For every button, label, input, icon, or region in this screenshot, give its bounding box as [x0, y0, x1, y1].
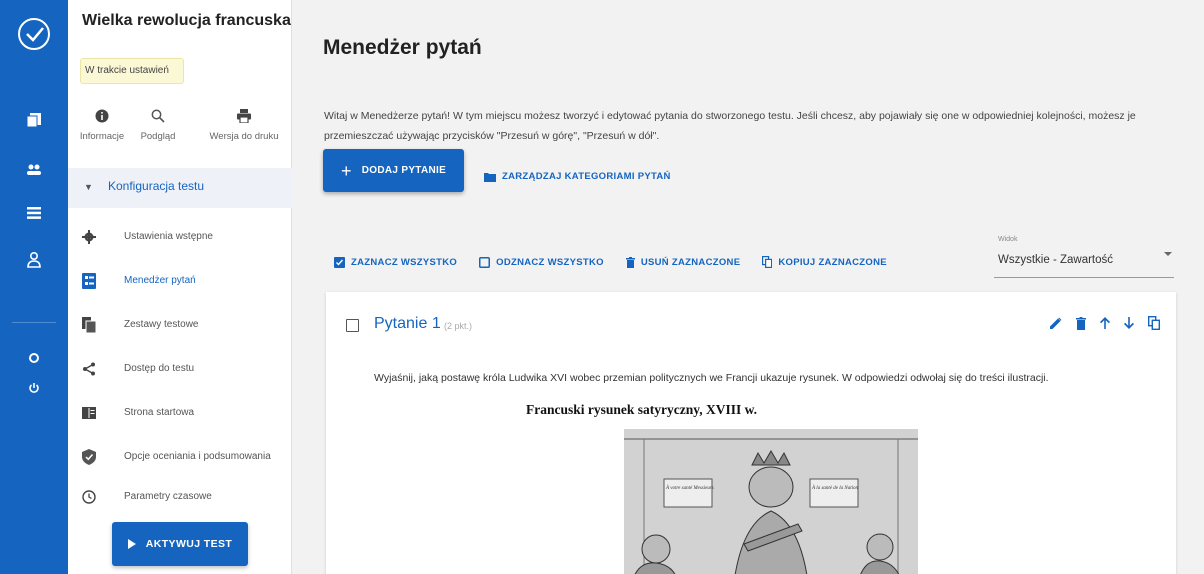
settings-icon[interactable] [24, 348, 44, 368]
test-title: Wielka rewolucja francuska [82, 12, 291, 29]
preview-label: Podgląd [140, 131, 176, 142]
arrow-down-icon[interactable] [1124, 317, 1134, 329]
sidebar-item-label: Dostęp do testu [124, 363, 195, 374]
arrow-up-icon[interactable] [1100, 317, 1110, 329]
nav-rail [0, 0, 68, 574]
copy-selected-button[interactable]: KOPIUJ ZAZNACZONE [762, 256, 887, 268]
shield-icon [80, 448, 98, 466]
activate-test-button[interactable]: AKTYWUJ TEST [112, 522, 248, 566]
selection-toolbar: ZAZNACZ WSZYSTKO ODZNACZ WSZYSTKO USUŃ Z… [334, 256, 909, 268]
question-text: Wyjaśnij, jaką postawę króla Ludwika XVI… [374, 372, 1049, 384]
checkbox-checked-icon [334, 256, 345, 268]
search-icon [128, 106, 188, 126]
preview-button[interactable]: Podgląd [128, 106, 188, 142]
figure-caption-left: À votre santé Messieurs [665, 485, 714, 491]
config-section-label: Konfiguracja testu [108, 179, 205, 193]
copy-icon [762, 256, 773, 268]
play-icon [127, 539, 136, 549]
satirical-illustration: À votre santé Messieurs À la santé de la… [624, 429, 918, 574]
user-icon[interactable] [24, 250, 44, 270]
deselect-all-label: ODZNACZ WSZYSTKO [496, 256, 604, 268]
info-label: Informacje [79, 131, 125, 142]
delete-selected-label: USUŃ ZAZNACZONE [640, 256, 741, 268]
plus-icon: + [340, 160, 352, 181]
info-icon [72, 106, 132, 126]
question-checkbox[interactable] [346, 319, 359, 332]
folder-icon [484, 172, 496, 182]
info-button[interactable]: Informacje [72, 106, 132, 142]
manage-categories-button[interactable]: ZARZĄDZAJ KATEGORIAMI PYTAŃ [484, 171, 671, 182]
status-badge: W trakcie ustawień [80, 58, 184, 84]
select-all-button[interactable]: ZAZNACZ WSZYSTKO [334, 256, 458, 268]
sidebar-item-label: Ustawienia wstępne [124, 231, 213, 242]
copy-icon[interactable] [1148, 316, 1160, 330]
question-actions [1050, 316, 1160, 330]
copy-icon [80, 316, 98, 334]
sidebar: Wielka rewolucja francuska W trakcie ust… [68, 0, 292, 574]
sidebar-item-test-sets[interactable]: Zestawy testowe [68, 309, 292, 343]
question-list-icon [80, 272, 98, 290]
groups-icon[interactable] [24, 160, 44, 180]
gear-icon [80, 228, 98, 246]
deselect-all-button[interactable]: ODZNACZ WSZYSTKO [479, 256, 604, 268]
figure-caption-right: À la santé de la Nation [811, 485, 858, 491]
rail-divider [12, 322, 56, 323]
trash-icon[interactable] [1076, 316, 1086, 330]
copy-selected-label: KOPIUJ ZAZNACZONE [778, 256, 887, 268]
trash-icon [625, 256, 635, 268]
edit-icon[interactable] [1050, 317, 1062, 329]
activate-test-label: AKTYWUJ TEST [145, 538, 233, 550]
add-question-button[interactable]: + DODAJ PYTANIE [323, 149, 464, 192]
checkbox-empty-icon [479, 256, 491, 268]
print-button[interactable]: Wersja do druku [204, 106, 284, 142]
book-icon [80, 404, 98, 422]
sidebar-item-question-manager[interactable]: Menedżer pytań [68, 265, 292, 299]
list-icon[interactable] [24, 203, 44, 223]
view-select[interactable]: Widok Wszystkie - Zawartość [994, 234, 1174, 278]
main-content: Menedżer pytań Witaj w Menedżerze pytań!… [292, 0, 1204, 574]
page-title: Menedżer pytań [323, 36, 482, 59]
add-question-label: DODAJ PYTANIE [361, 165, 447, 176]
logo-icon[interactable] [18, 18, 50, 50]
sidebar-item-label: Zestawy testowe [124, 319, 199, 330]
intro-text: Witaj w Menedżerze pytań! W tym miejscu … [324, 110, 1136, 142]
view-select-label: Widok [998, 236, 1018, 243]
sidebar-item-label: Opcje oceniania i podsumowania [124, 451, 271, 462]
question-card: Pytanie 1 (2 pkt.) Wyjaśnij, jaką postaw… [326, 292, 1176, 574]
figure-title: Francuski rysunek satyryczny, XVIII w. [526, 402, 758, 417]
delete-selected-button[interactable]: USUŃ ZAZNACZONE [625, 256, 741, 268]
chevron-down-icon: ▼ [84, 182, 93, 192]
question-title[interactable]: Pytanie 1 [374, 315, 441, 333]
dropdown-arrow-icon [1164, 252, 1172, 256]
print-label: Wersja do druku [209, 131, 279, 142]
tests-icon[interactable] [24, 110, 44, 130]
sidebar-item-initial-settings[interactable]: Ustawienia wstępne [68, 221, 292, 255]
sidebar-item-label: Menedżer pytań [124, 275, 196, 286]
sidebar-item-test-access[interactable]: Dostęp do testu [68, 353, 292, 387]
sidebar-item-label: Strona startowa [124, 407, 195, 418]
print-icon [204, 106, 284, 126]
question-points: (2 pkt.) [444, 321, 473, 331]
clock-icon [80, 488, 98, 506]
sidebar-item-label: Parametry czasowe [124, 491, 212, 502]
sidebar-item-start-page[interactable]: Strona startowa [68, 397, 292, 431]
app: Wielka rewolucja francuska W trakcie ust… [0, 0, 1204, 574]
sidebar-item-time-parameters[interactable]: Parametry czasowe [68, 481, 292, 515]
sidebar-item-grading-options[interactable]: Opcje oceniania i podsumowania [68, 441, 292, 475]
manage-categories-label: ZARZĄDZAJ KATEGORIAMI PYTAŃ [502, 171, 671, 182]
config-section-header[interactable]: ▼ Konfiguracja testu [68, 168, 292, 208]
share-icon [80, 360, 98, 378]
select-all-label: ZAZNACZ WSZYSTKO [351, 256, 458, 268]
power-icon[interactable] [24, 378, 44, 398]
view-select-value: Wszystkie - Zawartość [998, 254, 1114, 266]
